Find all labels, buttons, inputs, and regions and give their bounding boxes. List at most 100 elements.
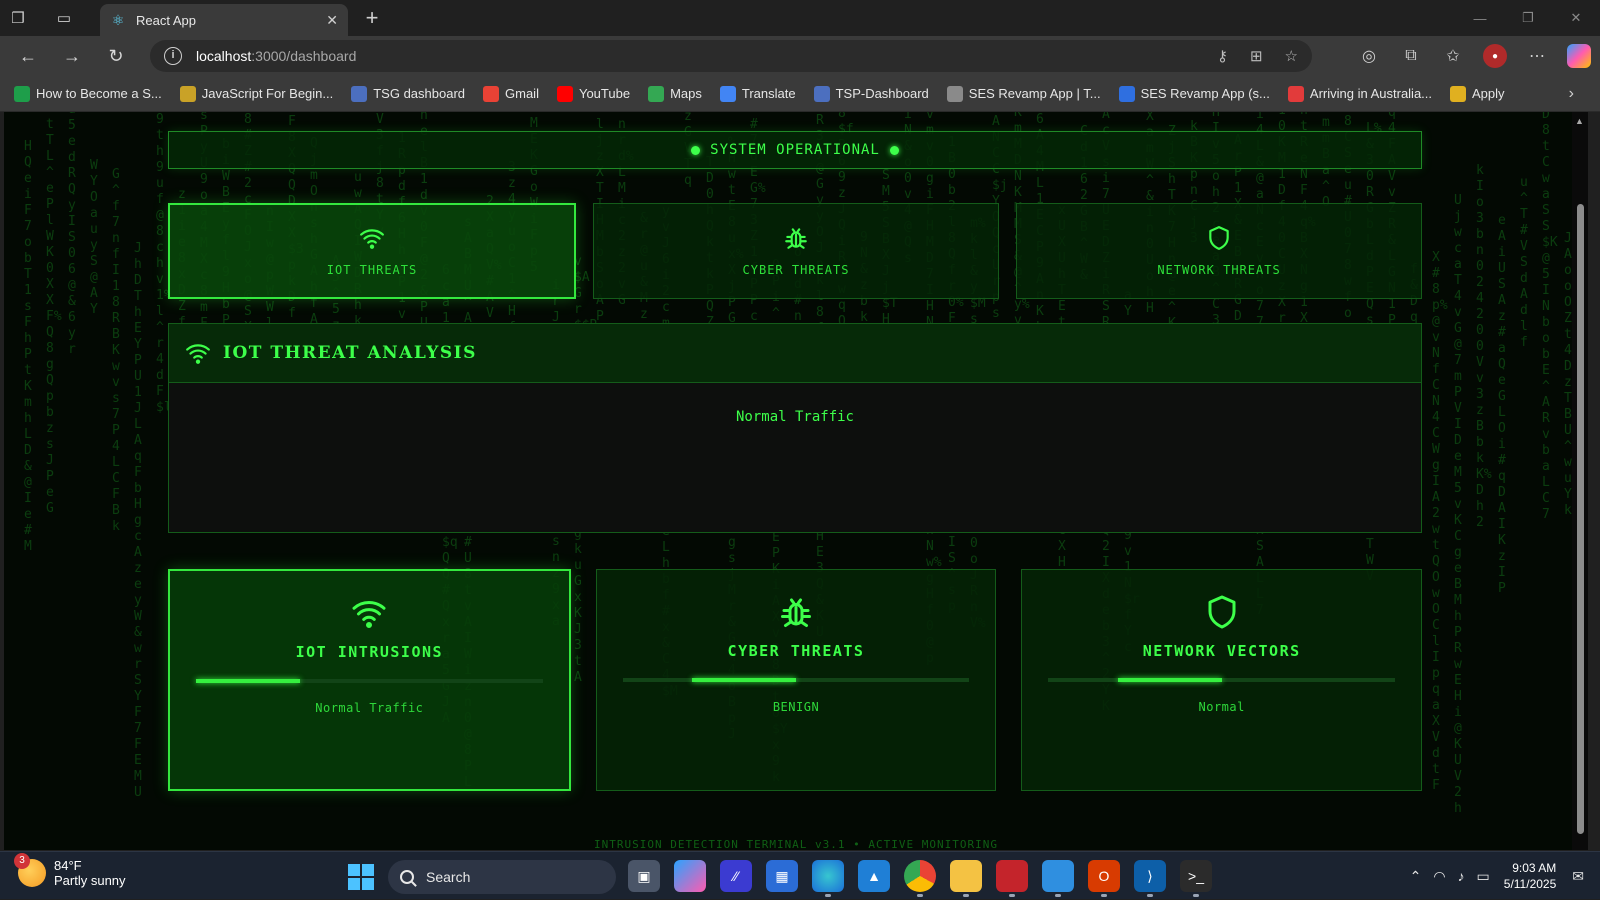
- notification-icon[interactable]: ✉: [1572, 868, 1584, 885]
- metric-value: Normal: [1198, 700, 1245, 714]
- chrome-icon[interactable]: [904, 860, 936, 897]
- favorites-icon[interactable]: ✩: [1432, 46, 1474, 66]
- edge-icon[interactable]: [812, 860, 844, 897]
- tab-iot-threats[interactable]: IOT THREATS: [168, 203, 576, 299]
- bookmark-label: SES Revamp App | T...: [968, 86, 1101, 101]
- minimize-icon[interactable]: —: [1456, 0, 1504, 36]
- taskbar-search[interactable]: Search: [388, 860, 616, 894]
- weather-temp: 84°F: [54, 858, 82, 873]
- chevron-up-icon[interactable]: ⌃: [1410, 868, 1422, 885]
- bookmark-item[interactable]: TSP-Dashboard: [813, 85, 929, 102]
- threat-tabs: IOT THREATS CYBER THREATS NETWORK THREAT…: [168, 203, 1422, 299]
- bookmark-favicon-icon: [1287, 85, 1304, 102]
- matrix-column: UjwcaT4vG@7mPVIDeM5vKCgeBMhPRwEHi@KUV2h: [1454, 193, 1462, 816]
- system-status-banner: SYSTEM OPERATIONAL: [168, 131, 1422, 169]
- metric-progress-fill: [195, 679, 300, 683]
- analysis-result: Normal Traffic: [735, 409, 854, 425]
- bookmark-item[interactable]: Translate: [719, 85, 796, 102]
- tab-cyber-threats[interactable]: CYBER THREATS: [593, 203, 999, 299]
- bookmark-item[interactable]: Maps: [648, 85, 702, 102]
- bookmark-label: TSG dashboard: [373, 86, 466, 101]
- bookmark-item[interactable]: How to Become a S...: [14, 85, 162, 102]
- status-text: SYSTEM OPERATIONAL: [710, 142, 880, 158]
- bookmark-favicon-icon: [1450, 85, 1467, 102]
- start-button[interactable]: [348, 864, 374, 890]
- editor-app-icon[interactable]: ⁄⁄: [720, 860, 752, 892]
- copilot-icon[interactable]: [1567, 44, 1591, 68]
- tab-title: React App: [136, 12, 196, 28]
- site-info-icon[interactable]: i: [164, 47, 182, 65]
- tab-actions-icon[interactable]: ▭: [46, 0, 82, 36]
- back-button[interactable]: ←: [6, 38, 50, 74]
- terminal-icon[interactable]: >_: [1180, 860, 1212, 897]
- matrix-column: ur#Wdhd5edRQyIS06@&6yr: [68, 112, 76, 357]
- bookmark-label: Maps: [670, 86, 702, 101]
- bookmark-favicon-icon: [719, 85, 736, 102]
- favorite-star-icon[interactable]: ☆: [1285, 47, 1298, 65]
- tab-network-threats[interactable]: NETWORK THREATS: [1016, 203, 1422, 299]
- bookmark-item[interactable]: SES Revamp App (s...: [1118, 85, 1270, 102]
- office-icon[interactable]: O: [1088, 860, 1120, 897]
- bookmark-favicon-icon: [483, 85, 500, 102]
- metric-title: IOT INTRUSIONS: [295, 643, 444, 661]
- store-icon[interactable]: ▦: [766, 860, 798, 892]
- terminal-footer: INTRUSION DETECTION TERMINAL v3.1 • ACTI…: [594, 838, 998, 850]
- forward-button[interactable]: →: [50, 38, 94, 74]
- workspaces-icon[interactable]: ❒: [0, 0, 36, 36]
- bookmark-label: How to Become a S...: [36, 86, 162, 101]
- close-tab-icon[interactable]: ✕: [326, 12, 338, 29]
- system-tray: ⌃ ◠ ♪ ▭ 9:03 AM 5/11/2025 ✉: [1404, 852, 1600, 900]
- metric-card-network-vectors[interactable]: NETWORK VECTORS Normal: [1021, 569, 1423, 791]
- bookmark-item[interactable]: Arriving in Australia...: [1287, 85, 1432, 102]
- profile-avatar[interactable]: ●: [1483, 44, 1507, 68]
- matrix-column: X#8p%@vNfCN4CWgIA2wtQOwOClIpqaXVdtF: [1432, 250, 1448, 793]
- media-app-icon[interactable]: [996, 860, 1028, 897]
- wifi-icon: [360, 229, 384, 249]
- metric-progress-track: [1048, 678, 1396, 682]
- matrix-column: HQeiF7obT1sFhPtKmhLD&@Ie#M: [24, 139, 32, 554]
- wifi-icon: [352, 601, 386, 628]
- bookmark-item[interactable]: YouTube: [556, 85, 630, 102]
- scroll-up-icon[interactable]: ▲: [1575, 116, 1584, 126]
- metric-card-cyber-threats[interactable]: CYBER THREATS BENIGN: [595, 569, 997, 791]
- bookmark-item[interactable]: JavaScript For Begin...: [179, 85, 334, 102]
- vscode-icon[interactable]: ⟩: [1134, 860, 1166, 897]
- reload-button[interactable]: ↻: [94, 38, 138, 74]
- new-tab-button[interactable]: +: [358, 4, 386, 32]
- apps-icon[interactable]: ⊞: [1250, 47, 1263, 65]
- clock[interactable]: 9:03 AM 5/11/2025: [1504, 860, 1557, 892]
- volume-icon[interactable]: ♪: [1458, 868, 1465, 884]
- bookmark-label: Gmail: [505, 86, 539, 101]
- address-path: :3000/dashboard: [251, 48, 357, 64]
- scrollbar-thumb[interactable]: [1577, 204, 1584, 834]
- close-window-icon[interactable]: ✕: [1552, 0, 1600, 36]
- address-bar[interactable]: i localhost:3000/dashboard ⚷ ⊞ ☆: [150, 40, 1312, 72]
- page-scrollbar[interactable]: ▲: [1572, 112, 1588, 850]
- more-menu-icon[interactable]: ⋯: [1516, 46, 1558, 66]
- search-label: Search: [426, 869, 471, 885]
- metric-card-iot-intrusions[interactable]: IOT INTRUSIONS Normal Traffic: [168, 569, 571, 791]
- weather-badge: 3: [14, 853, 30, 869]
- bookmark-label: JavaScript For Begin...: [201, 86, 334, 101]
- key-icon[interactable]: ⚷: [1217, 47, 1228, 65]
- matrix-column: u^T#VSdAdlf: [1520, 175, 1528, 350]
- weather-widget[interactable]: 3 84°F Partly sunny: [14, 853, 126, 888]
- photos-icon[interactable]: ▲: [858, 860, 890, 892]
- snipping-tool-icon[interactable]: [1042, 860, 1074, 897]
- wifi-tray-icon[interactable]: ◠: [1433, 868, 1445, 885]
- extensions-icon[interactable]: ⧉: [1390, 47, 1432, 65]
- bookmark-item[interactable]: SES Revamp App | T...: [946, 85, 1101, 102]
- task-view-icon[interactable]: ▣: [628, 860, 660, 892]
- bookmarks-overflow-icon[interactable]: ›: [1569, 85, 1574, 103]
- tracking-icon[interactable]: ◎: [1348, 46, 1390, 66]
- file-explorer-icon[interactable]: [950, 860, 982, 897]
- browser-tab[interactable]: ⚛ React App ✕: [100, 4, 348, 36]
- bookmark-item[interactable]: Apply: [1450, 85, 1505, 102]
- bookmark-item[interactable]: TSG dashboard: [351, 85, 466, 102]
- bug-icon: [785, 228, 807, 249]
- restore-icon[interactable]: ❐: [1504, 0, 1552, 36]
- threat-analysis-panel: IOT THREAT ANALYSIS Normal Traffic: [168, 323, 1422, 533]
- copilot-app-icon[interactable]: [674, 860, 706, 892]
- battery-icon[interactable]: ▭: [1477, 868, 1490, 885]
- bookmark-item[interactable]: Gmail: [483, 85, 539, 102]
